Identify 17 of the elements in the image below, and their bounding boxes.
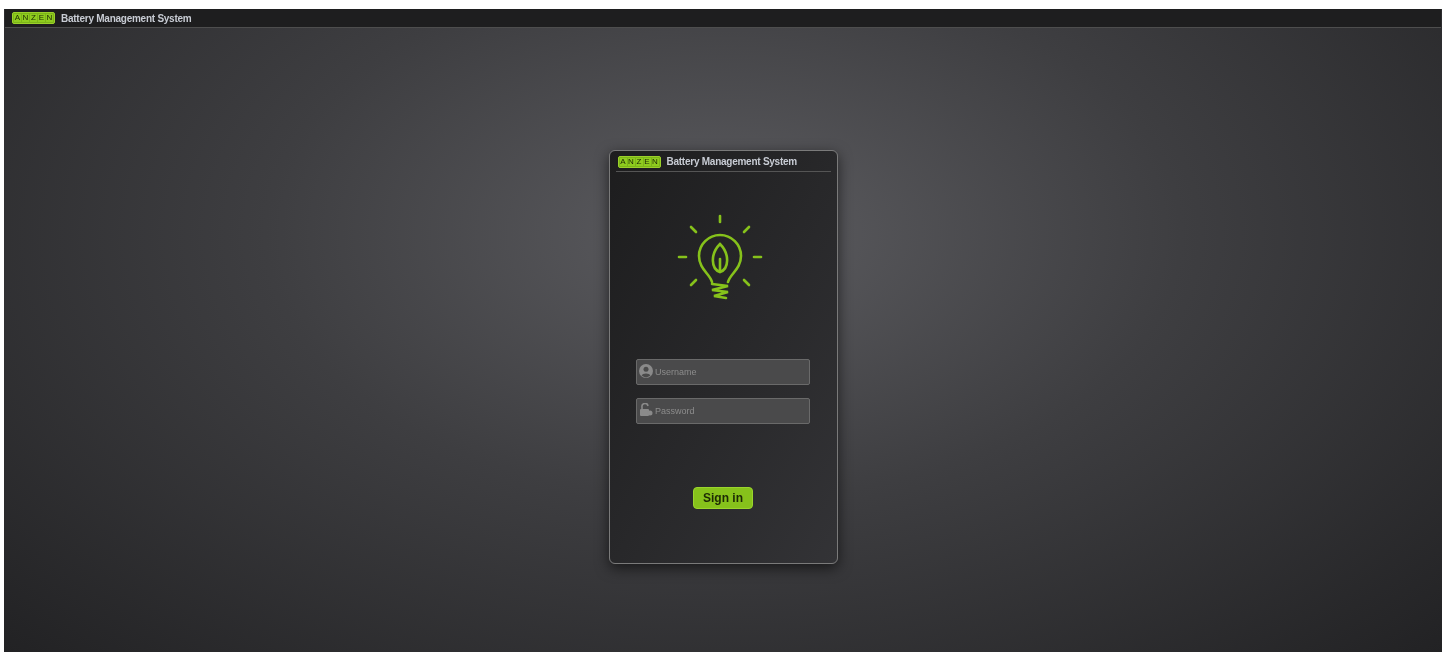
logo-letter: E [38,14,45,22]
logo-letter: A [619,157,627,166]
logo-letter: N [651,157,659,166]
logo-letter: Z [635,157,643,166]
user-icon [639,364,653,378]
logo-letter: N [46,14,53,22]
input-field[interactable]: Password [636,398,810,424]
logo-letter: A [14,14,21,22]
app-title: Battery Management System [61,11,192,26]
logo-letter: E [643,157,651,166]
lock-icon [639,403,653,417]
logo-letter: N [22,14,29,22]
logo-letter: N [627,157,635,166]
card-title: Battery Management System [666,155,797,169]
input-field[interactable]: Username [636,359,810,385]
logo-letter: Z [30,14,37,22]
sign-in-button[interactable]: Sign in [693,487,753,509]
